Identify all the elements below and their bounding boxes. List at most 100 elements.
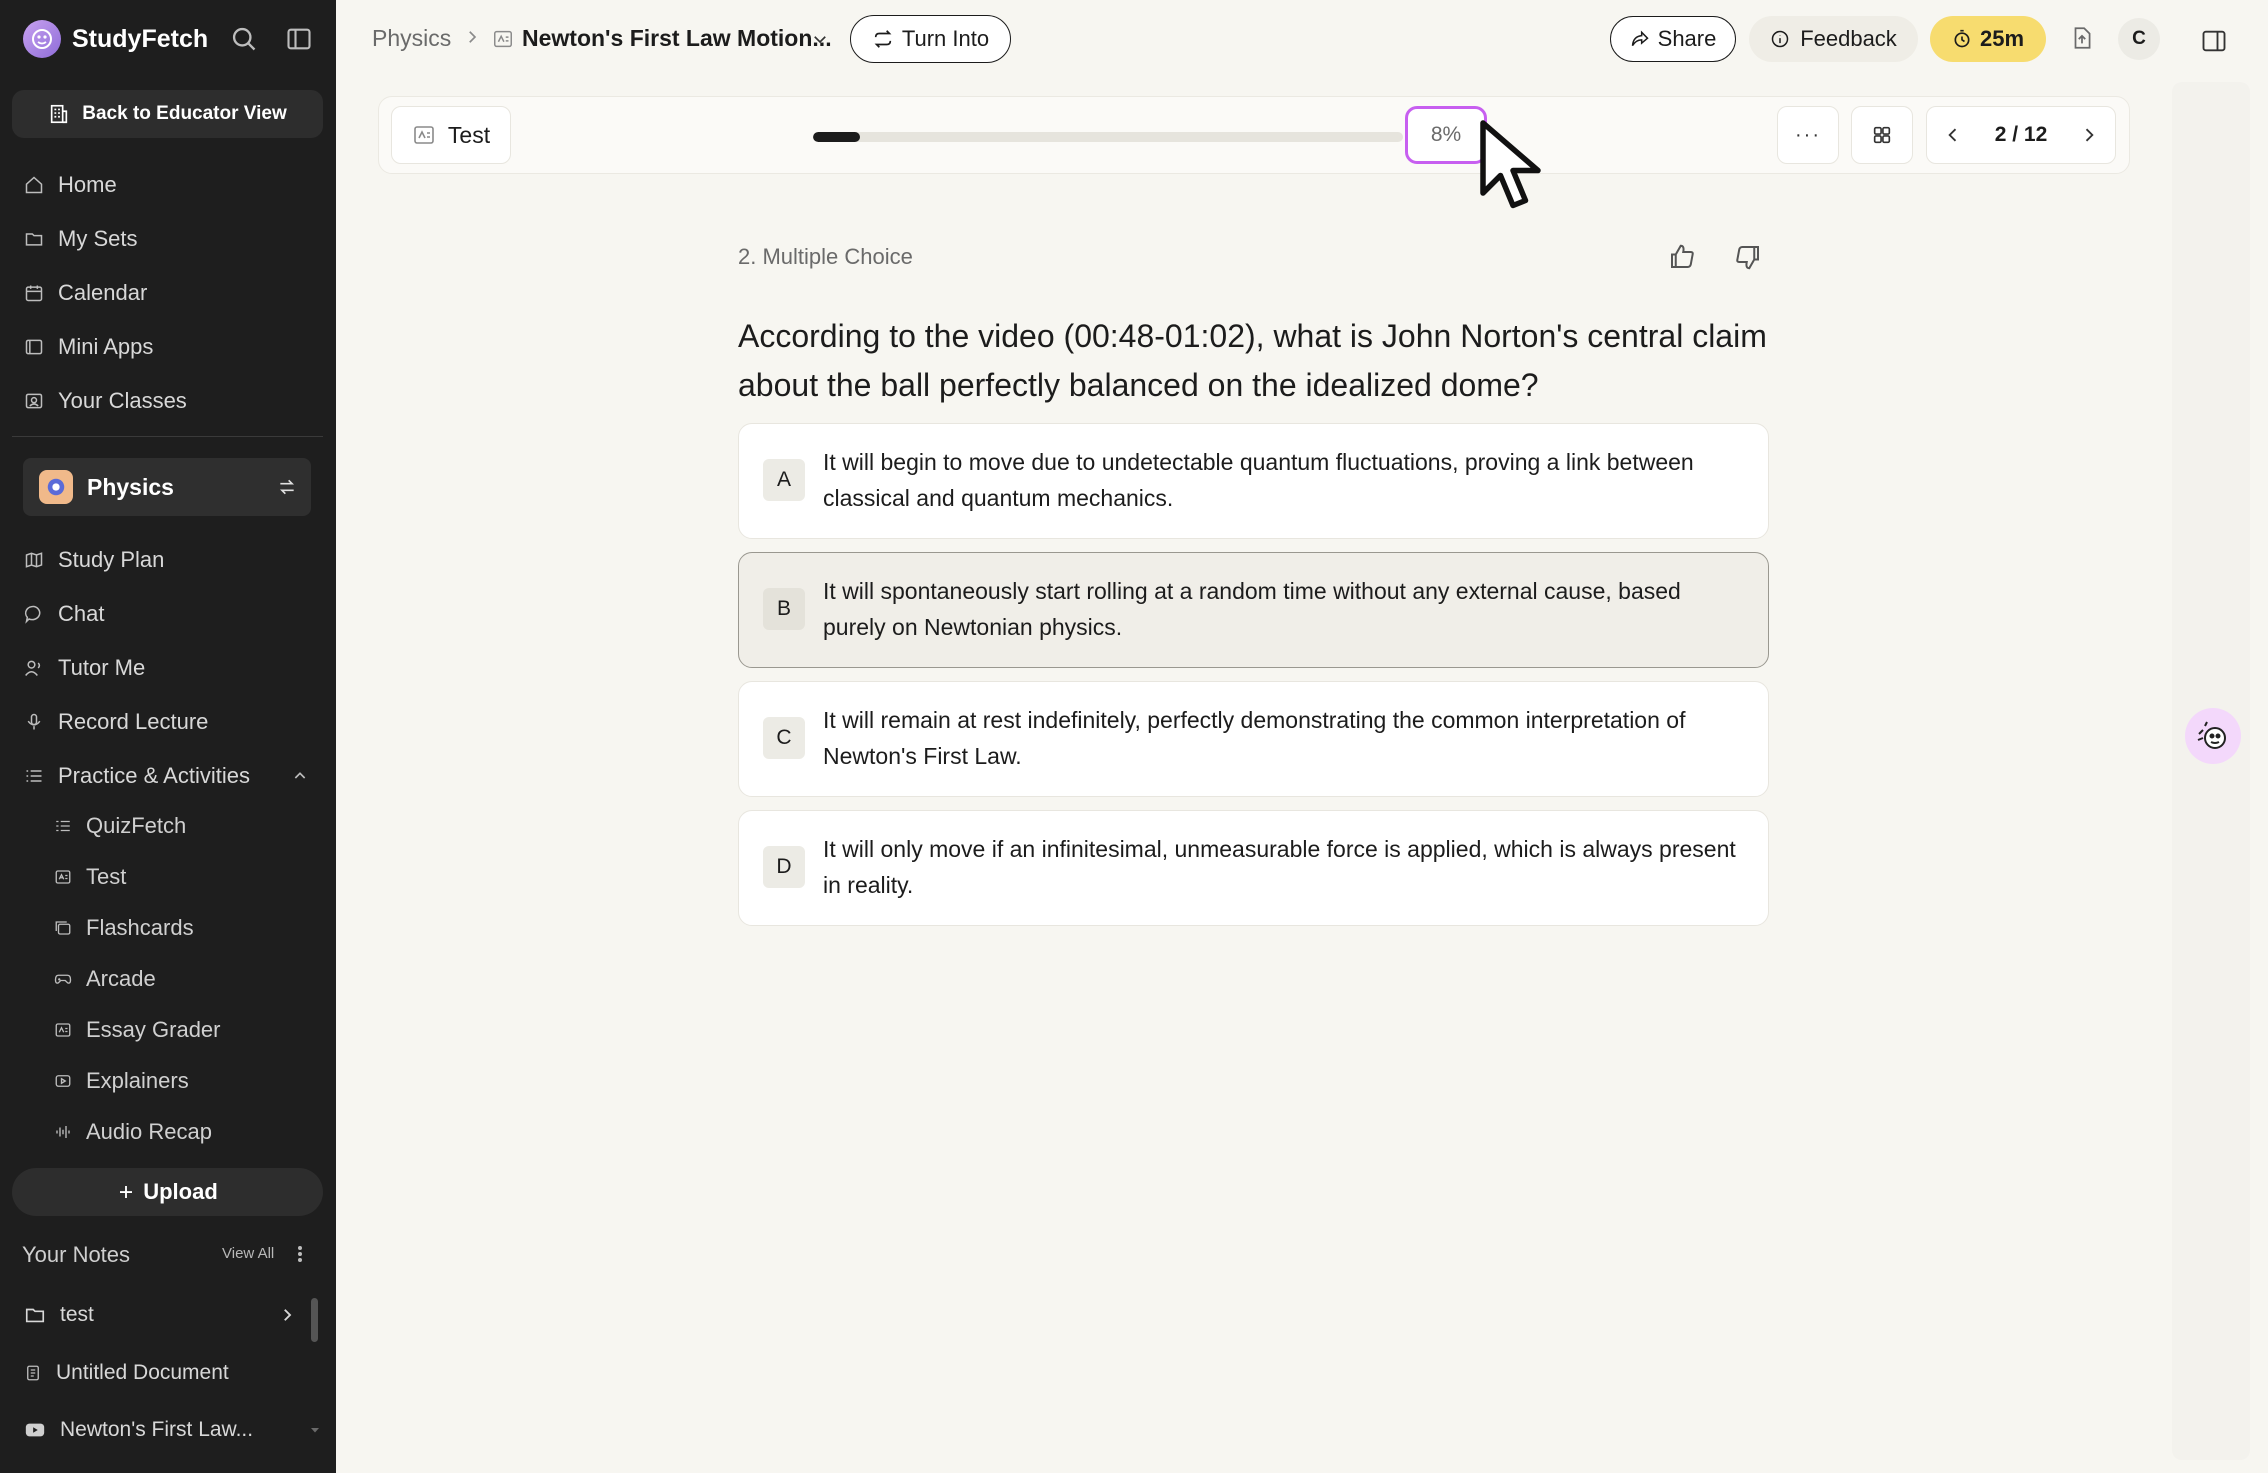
sub-audio-recap-label: Audio Recap: [86, 1119, 212, 1144]
answer-option-a[interactable]: A It will begin to move due to undetecta…: [738, 423, 1769, 539]
nav-chat[interactable]: Chat: [24, 594, 104, 634]
share-button[interactable]: Share: [1610, 16, 1736, 62]
option-letter: D: [763, 846, 805, 888]
more-vertical-icon[interactable]: [294, 1244, 306, 1264]
grid-view-button[interactable]: [1851, 106, 1913, 164]
sidebar-header: StudyFetch: [0, 0, 336, 78]
brand-name[interactable]: StudyFetch: [72, 25, 208, 54]
back-to-educator-button[interactable]: Back to Educator View: [12, 90, 323, 138]
nav-record-lecture[interactable]: Record Lecture: [24, 702, 208, 742]
folder-icon: [25, 1308, 45, 1323]
sidebar: StudyFetch Back to Educator View Home My…: [0, 0, 336, 1473]
sub-test[interactable]: Test: [54, 859, 126, 895]
sub-quizfetch[interactable]: QuizFetch: [54, 808, 186, 844]
collapse-sidebar-icon[interactable]: [285, 25, 313, 53]
nav-home[interactable]: Home: [24, 165, 117, 205]
nav-record-lecture-label: Record Lecture: [58, 709, 209, 734]
nav-home-label: Home: [58, 172, 117, 197]
quiz-icon: [56, 820, 70, 832]
test-mode-label: Test: [447, 121, 491, 148]
tutor-icon: [25, 660, 41, 676]
app-icon: [25, 339, 43, 355]
your-notes-heading: Your Notes: [22, 1242, 131, 1267]
upload-label: Upload: [143, 1179, 218, 1204]
nav-practice-activities[interactable]: Practice & Activities: [24, 756, 250, 796]
nav-your-classes-label: Your Classes: [58, 388, 187, 413]
breadcrumb-class[interactable]: Physics: [372, 25, 451, 52]
answer-option-d[interactable]: D It will only move if an infinitesimal,…: [738, 810, 1769, 926]
option-text: It will only move if an infinitesimal, u…: [823, 836, 1736, 898]
note-untitled-document[interactable]: Untitled Document: [24, 1356, 229, 1390]
note-newtons-first-law-label: Newton's First Law...: [60, 1418, 254, 1441]
answer-option-b[interactable]: B It will spontaneously start rolling at…: [738, 552, 1769, 668]
breadcrumb-document[interactable]: Newton's First Law Motion...: [522, 25, 832, 52]
sidebar-divider: [12, 436, 323, 437]
turn-into-button[interactable]: Turn Into: [850, 15, 1011, 63]
timer-button[interactable]: 25m: [1930, 16, 2046, 62]
test-mode-tab[interactable]: Test: [391, 106, 511, 164]
nav-mini-apps[interactable]: Mini Apps: [24, 327, 153, 367]
question-type: 2. Multiple Choice: [738, 244, 913, 269]
question-pager: 2 / 12: [1926, 106, 2116, 164]
sub-explainers[interactable]: Explainers: [54, 1063, 189, 1099]
next-question-icon[interactable]: [2079, 125, 2099, 145]
note-folder-test[interactable]: test: [24, 1298, 94, 1332]
sub-audio-recap[interactable]: Audio Recap: [54, 1114, 212, 1150]
feedback-button[interactable]: Feedback: [1749, 16, 1918, 62]
sub-essay-grader[interactable]: Essay Grader: [54, 1012, 221, 1048]
feedback-label: Feedback: [1800, 26, 1897, 51]
sub-test-label: Test: [86, 864, 127, 889]
option-letter: A: [763, 459, 805, 501]
notes-scrollbar[interactable]: [311, 1298, 318, 1342]
chevron-down-icon[interactable]: [811, 30, 829, 48]
gamepad-icon: [54, 974, 72, 984]
chevron-right-icon[interactable]: [278, 1306, 296, 1324]
physics-class-icon: [39, 470, 73, 504]
upload-button[interactable]: Upload: [12, 1168, 323, 1216]
export-icon[interactable]: [2069, 25, 2095, 51]
ai-assistant-mascot-icon[interactable]: [2185, 708, 2241, 764]
calendar-icon: [25, 285, 43, 302]
more-options-button[interactable]: ···: [1777, 106, 1839, 164]
nav-tutor-me[interactable]: Tutor Me: [24, 648, 145, 688]
test-doc-icon: [492, 28, 514, 50]
class-switcher[interactable]: Physics: [23, 458, 311, 516]
nav-my-sets[interactable]: My Sets: [24, 219, 137, 259]
sub-explainers-label: Explainers: [86, 1068, 189, 1093]
nav-calendar[interactable]: Calendar: [24, 273, 147, 313]
share-icon: [1631, 30, 1649, 47]
mic-icon: [27, 713, 41, 730]
option-letter: C: [763, 717, 805, 759]
convert-icon: [874, 30, 892, 48]
grid-icon: [1873, 126, 1891, 144]
studyfetch-logo-icon[interactable]: [23, 20, 61, 58]
thumbs-up-icon[interactable]: [1667, 242, 1697, 272]
option-letter: B: [763, 588, 805, 630]
user-avatar[interactable]: C: [2118, 18, 2160, 60]
nav-study-plan[interactable]: Study Plan: [24, 540, 164, 580]
caret-down-icon[interactable]: [309, 1424, 321, 1436]
toggle-right-panel-icon[interactable]: [2200, 27, 2228, 55]
right-rail: [2172, 82, 2250, 1460]
video-icon: [55, 1075, 71, 1087]
swap-icon[interactable]: [277, 477, 297, 497]
chevron-up-icon[interactable]: [292, 768, 308, 784]
cards-icon: [55, 921, 71, 935]
test-toolbar: Test 8% ··· 2 / 12: [378, 96, 2130, 174]
nav-study-plan-label: Study Plan: [58, 547, 165, 572]
timer-icon: [1954, 29, 1970, 48]
thumbs-down-icon[interactable]: [1733, 242, 1763, 272]
note-newtons-first-law[interactable]: Newton's First Law...: [24, 1413, 253, 1447]
mouse-cursor-icon: [1478, 118, 1548, 218]
previous-question-icon[interactable]: [1943, 125, 1963, 145]
view-all-link[interactable]: View All: [222, 1245, 274, 1262]
nav-your-classes[interactable]: Your Classes: [24, 381, 187, 421]
test-icon: [414, 126, 434, 144]
back-to-educator-label: Back to Educator View: [82, 103, 287, 124]
sub-arcade[interactable]: Arcade: [54, 961, 156, 997]
breadcrumb-chevron-icon: [463, 28, 481, 46]
sub-flashcards[interactable]: Flashcards: [54, 910, 194, 946]
answer-option-c[interactable]: C It will remain at rest indefinitely, p…: [738, 681, 1769, 797]
sub-flashcards-label: Flashcards: [86, 915, 194, 940]
search-icon[interactable]: [230, 25, 258, 53]
